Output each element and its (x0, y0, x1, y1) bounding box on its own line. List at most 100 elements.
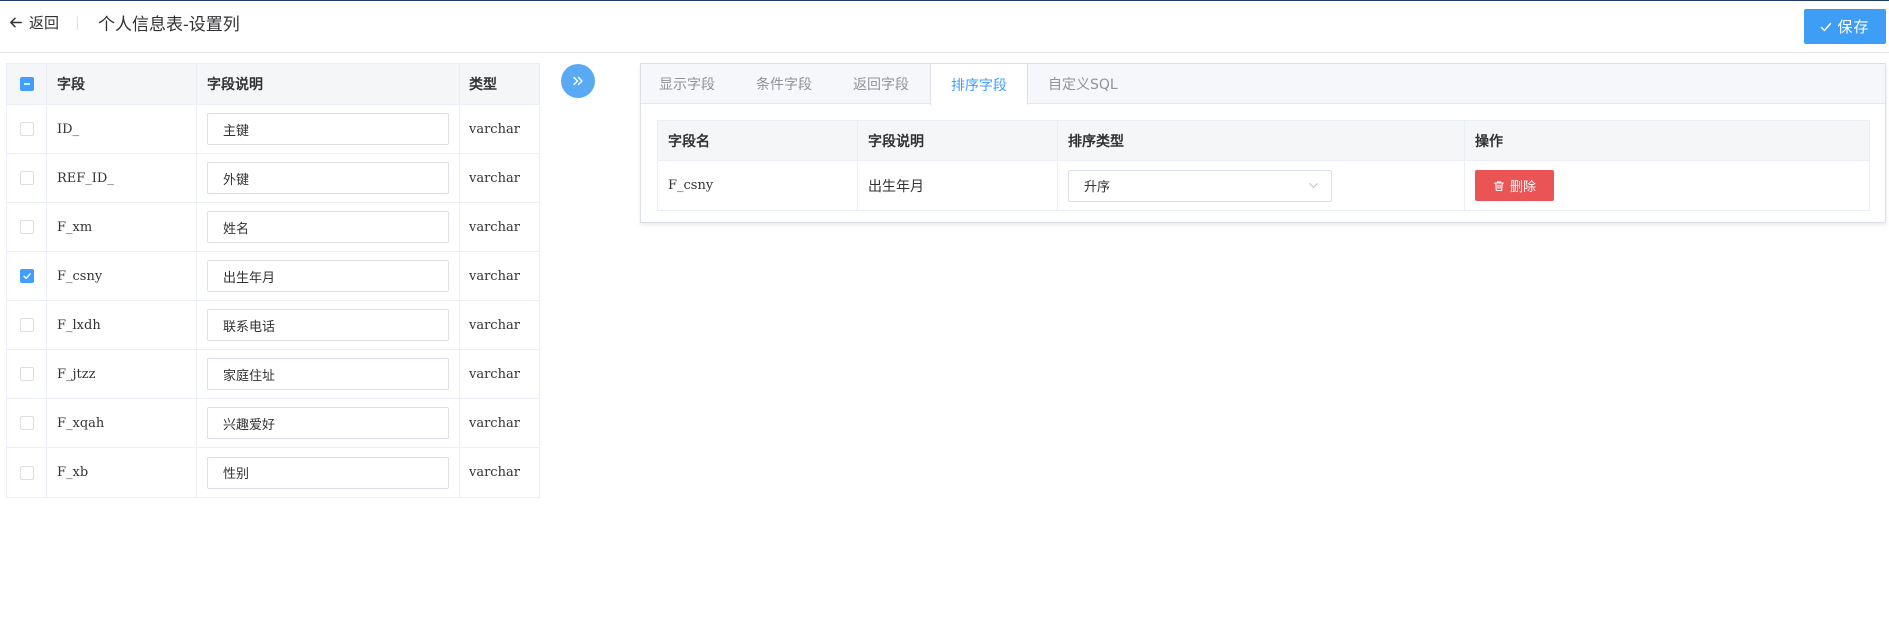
row-checkbox[interactable] (19, 416, 34, 430)
tab-1[interactable]: 条件字段 (736, 64, 833, 104)
field-name: ID_ (47, 105, 197, 153)
field-table: 字段 字段说明 类型 ID_varcharREF_ID_varcharF_xmv… (6, 63, 540, 498)
tab-content: 字段名 字段说明 排序类型 操作 F_csny 出生年月 升序 删除 (641, 104, 1885, 211)
field-table-body: ID_varcharREF_ID_varcharF_xmvarcharF_csn… (7, 105, 539, 497)
action-cell: 删除 (1465, 161, 1869, 210)
select-all-checkbox[interactable] (19, 77, 34, 91)
field-desc-input[interactable] (207, 211, 449, 243)
arrow-left-icon (10, 17, 22, 27)
field-name: F_xm (47, 203, 197, 251)
column-header-desc: 字段说明 (858, 121, 1058, 160)
field-type: varchar (469, 317, 520, 333)
table-row: F_xb varchar (7, 448, 539, 497)
config-panel: 显示字段 条件字段 返回字段 排序字段 自定义SQL 字段名 字段说明 排序类型 操作 … (640, 63, 1886, 223)
field-desc-cell (197, 105, 460, 153)
row-checkbox-cell (7, 301, 47, 349)
check-icon (22, 273, 31, 280)
field-desc-input[interactable] (207, 456, 449, 489)
sort-type-select[interactable]: 升序 (1068, 169, 1332, 202)
back-button[interactable]: 返回 (8, 11, 59, 33)
back-label: 返回 (29, 13, 60, 32)
row-checkbox-cell (7, 350, 47, 398)
field-desc-input[interactable] (207, 260, 449, 292)
page-header: 返回 个人信息表-设置列 保存 (0, 1, 1889, 53)
field-desc-cell (197, 252, 460, 300)
table-row: F_csny varchar (7, 252, 539, 301)
row-checkbox-cell (7, 399, 47, 447)
tab-0[interactable]: 显示字段 (641, 64, 736, 104)
table-row: F_csny 出生年月 升序 删除 (658, 161, 1869, 210)
column-header-field: 字段 (47, 64, 197, 104)
sort-type-value: 升序 (1084, 180, 1111, 195)
sort-type-cell: 升序 (1058, 161, 1465, 210)
save-label: 保存 (1837, 18, 1870, 36)
field-desc-input[interactable] (207, 162, 449, 194)
indeterminate-icon (23, 83, 30, 85)
field-desc-cell (197, 448, 460, 497)
field-desc-cell (197, 399, 460, 447)
row-checkbox[interactable] (19, 269, 34, 283)
field-type: varchar (469, 219, 520, 235)
row-checkbox[interactable] (19, 220, 34, 234)
field-desc-input[interactable] (207, 407, 449, 439)
row-checkbox[interactable] (19, 122, 34, 136)
row-checkbox[interactable] (19, 171, 34, 185)
field-name: F_lxdh (47, 301, 197, 349)
column-header-desc: 字段说明 (197, 64, 460, 104)
field-type: varchar (469, 121, 520, 137)
tab-3[interactable]: 排序字段 (930, 64, 1028, 105)
row-checkbox-cell (7, 105, 47, 153)
table-row: REF_ID_ varchar (7, 154, 539, 203)
delete-label: 删除 (1509, 180, 1536, 195)
row-checkbox-cell (7, 252, 47, 300)
field-type: varchar (469, 366, 520, 382)
sort-table: 字段名 字段说明 排序类型 操作 F_csny 出生年月 升序 删除 (657, 120, 1870, 211)
trash-icon (1493, 180, 1505, 191)
save-button[interactable]: 保存 (1804, 9, 1886, 44)
row-checkbox[interactable] (19, 465, 34, 480)
field-desc-input[interactable] (207, 309, 449, 341)
sort-field-name: F_csny (658, 161, 858, 210)
field-name: REF_ID_ (47, 154, 197, 202)
field-name: F_xqah (47, 399, 197, 447)
transfer-button[interactable] (561, 64, 595, 98)
column-header-name: 字段名 (658, 121, 858, 160)
column-header-type: 类型 (469, 77, 497, 93)
row-checkbox-cell (7, 203, 47, 251)
row-checkbox-cell (7, 154, 47, 202)
page-title: 个人信息表-设置列 (98, 15, 240, 35)
column-header-action: 操作 (1475, 133, 1503, 150)
column-header-sort-type: 排序类型 (1058, 121, 1465, 160)
chevron-down-icon (1309, 183, 1318, 188)
tab-4[interactable]: 自定义SQL (1028, 64, 1139, 104)
field-type: varchar (469, 268, 520, 284)
field-name: F_xb (47, 448, 197, 497)
field-desc-input[interactable] (207, 113, 449, 145)
field-type: varchar (469, 415, 520, 431)
field-desc-cell (197, 301, 460, 349)
field-desc-input[interactable] (207, 358, 449, 390)
field-desc-cell (197, 203, 460, 251)
field-name: F_csny (47, 252, 197, 300)
double-chevron-right-icon (573, 76, 583, 86)
table-row: ID_ varchar (7, 105, 539, 154)
table-row: F_lxdh varchar (7, 301, 539, 350)
row-checkbox-cell (7, 448, 47, 497)
delete-button[interactable]: 删除 (1475, 170, 1554, 201)
table-row: F_xqah varchar (7, 399, 539, 448)
tab-2[interactable]: 返回字段 (833, 64, 930, 104)
sort-field-desc: 出生年月 (858, 161, 1058, 210)
field-table-header: 字段 字段说明 类型 (7, 64, 539, 105)
header-divider (77, 16, 78, 30)
select-all-cell (7, 64, 47, 104)
check-icon (1821, 22, 1832, 31)
row-checkbox[interactable] (19, 318, 34, 332)
tab-bar: 显示字段 条件字段 返回字段 排序字段 自定义SQL (641, 64, 1885, 105)
row-checkbox[interactable] (19, 367, 34, 381)
field-type: varchar (469, 465, 520, 480)
field-desc-cell (197, 154, 460, 202)
field-type: varchar (469, 170, 520, 186)
field-desc-cell (197, 350, 460, 398)
field-name: F_jtzz (47, 350, 197, 398)
table-row: F_xm varchar (7, 203, 539, 252)
